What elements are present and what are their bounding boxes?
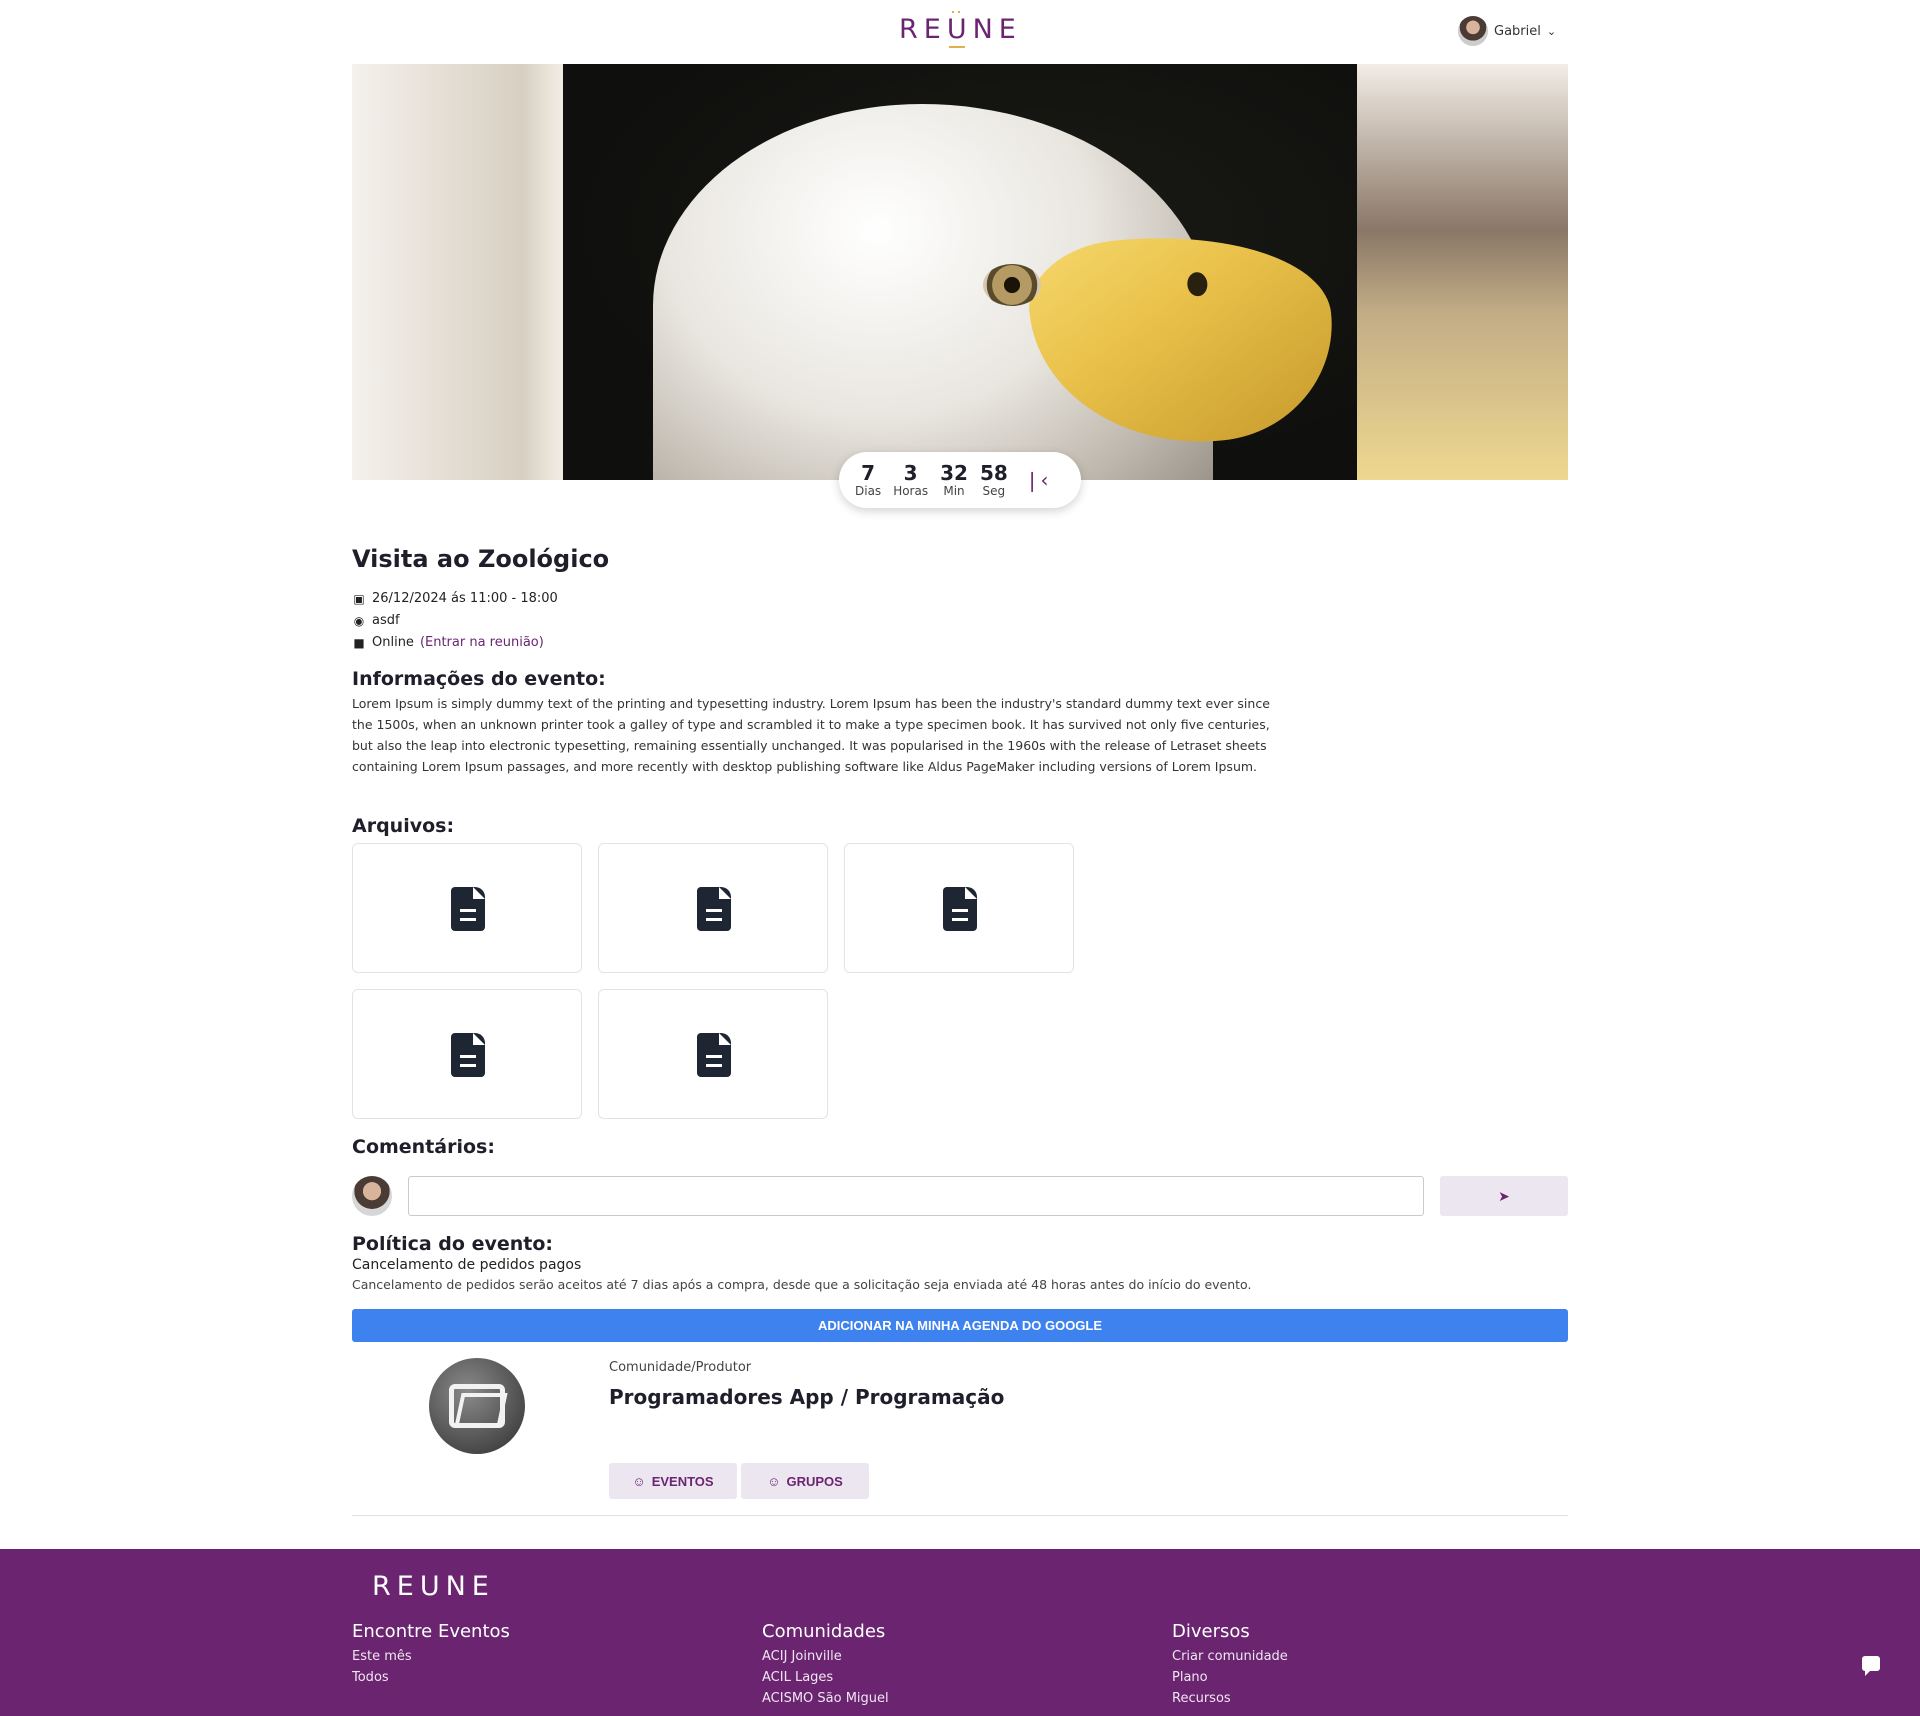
footer-column-communities: Comunidades ACIJ Joinville ACIL Lages AC… bbox=[762, 1621, 889, 1709]
footer-link[interactable]: ACIL Lages bbox=[762, 1667, 889, 1688]
event-location: asdf bbox=[372, 613, 400, 628]
countdown-days: 7 Dias bbox=[855, 462, 881, 498]
user-name: Gabriel bbox=[1494, 23, 1541, 39]
comment-input[interactable] bbox=[408, 1176, 1424, 1216]
footer-link[interactable]: ACISMO São Miguel bbox=[762, 1688, 889, 1709]
chat-icon[interactable] bbox=[1862, 1656, 1880, 1676]
user-menu[interactable]: Gabriel ⌄ bbox=[1458, 16, 1556, 46]
footer-link[interactable]: Todos bbox=[352, 1667, 510, 1688]
file-document-icon bbox=[697, 887, 731, 931]
file-document-icon bbox=[943, 887, 977, 931]
policy-heading: Política do evento: bbox=[352, 1233, 553, 1255]
countdown-value: 7 bbox=[861, 461, 876, 485]
countdown-label: Min bbox=[943, 484, 965, 498]
file-card[interactable] bbox=[352, 843, 582, 973]
footer-link[interactable]: ACIJ Joinville bbox=[762, 1646, 889, 1667]
countdown-label: Horas bbox=[893, 484, 929, 498]
countdown-value: 32 bbox=[940, 461, 968, 485]
producer-groups-button[interactable]: ☺ GRUPOS bbox=[741, 1463, 869, 1499]
files-heading: Arquivos: bbox=[352, 815, 455, 837]
policy-subtitle: Cancelamento de pedidos pagos bbox=[352, 1257, 582, 1273]
countdown-value: 58 bbox=[979, 461, 1008, 485]
producer-mark-icon bbox=[449, 1384, 505, 1428]
countdown-label: Dias bbox=[855, 484, 882, 498]
event-title: Visita ao Zoológico bbox=[352, 545, 610, 573]
file-card[interactable] bbox=[598, 989, 828, 1119]
calendar-icon: ▣ bbox=[353, 591, 365, 606]
comment-user-avatar bbox=[352, 1176, 392, 1216]
footer-link[interactable]: Recursos bbox=[1172, 1688, 1288, 1709]
send-comment-button[interactable]: ➤ bbox=[1440, 1176, 1568, 1216]
share-icon[interactable]: ❘‹ bbox=[1024, 468, 1049, 492]
producer-events-button[interactable]: ☺ EVENTOS bbox=[609, 1463, 737, 1499]
countdown-minutes: 32 Min bbox=[940, 462, 968, 498]
file-card[interactable] bbox=[598, 843, 828, 973]
users-icon: ☺ bbox=[632, 1473, 646, 1489]
producer-logo[interactable] bbox=[429, 1358, 525, 1454]
footer-link[interactable]: Criar comunidade bbox=[1172, 1646, 1288, 1667]
file-document-icon bbox=[451, 1033, 485, 1077]
footer-logo[interactable]: REUNE bbox=[372, 1571, 495, 1602]
events-button-label: EVENTOS bbox=[651, 1473, 714, 1489]
countdown-seconds: 58 Seg bbox=[980, 462, 1008, 498]
comments-heading: Comentários: bbox=[352, 1136, 495, 1158]
countdown-hours: 3 Horas bbox=[893, 462, 928, 498]
event-countdown: 7 Dias 3 Horas 32 Min 58 Seg ❘‹ bbox=[839, 452, 1081, 508]
groups-button-label: GRUPOS bbox=[786, 1473, 843, 1489]
footer-column-title: Comunidades bbox=[762, 1621, 886, 1642]
file-card[interactable] bbox=[844, 843, 1074, 973]
section-divider bbox=[352, 1515, 1568, 1516]
producer-name[interactable]: Programadores App / Programação bbox=[609, 1385, 1004, 1409]
event-banner-image bbox=[352, 64, 1568, 480]
footer-column-title: Diversos bbox=[1172, 1621, 1250, 1642]
banner-blur-right bbox=[1357, 64, 1568, 480]
footer-link[interactable]: Este mês bbox=[352, 1646, 510, 1667]
file-document-icon bbox=[451, 887, 485, 931]
send-icon: ➤ bbox=[1498, 1187, 1510, 1204]
users-icon: ☺ bbox=[767, 1473, 781, 1489]
eagle-eye bbox=[983, 264, 1041, 306]
producer-label: Comunidade/Produtor bbox=[609, 1360, 752, 1375]
file-card[interactable] bbox=[352, 989, 582, 1119]
chevron-down-icon: ⌄ bbox=[1546, 24, 1557, 38]
footer-link[interactable]: Plano bbox=[1172, 1667, 1288, 1688]
file-document-icon bbox=[697, 1033, 731, 1077]
reune-logo[interactable]: REUNE bbox=[899, 11, 1022, 48]
event-mode: Online bbox=[372, 635, 414, 650]
user-avatar bbox=[1458, 16, 1488, 46]
add-google-calendar-button[interactable]: ADICIONAR NA MINHA AGENDA DO GOOGLE bbox=[352, 1309, 1568, 1342]
info-heading: Informações do evento: bbox=[352, 668, 606, 690]
event-location-row: ◉ asdf bbox=[352, 613, 400, 628]
footer-column-title: Encontre Eventos bbox=[352, 1621, 510, 1642]
map-pin-icon: ◉ bbox=[353, 613, 365, 628]
countdown-value: 3 bbox=[903, 461, 918, 485]
eagle-photo bbox=[563, 64, 1357, 480]
countdown-label: Seg bbox=[982, 484, 1006, 498]
event-description: Lorem Ipsum is simply dummy text of the … bbox=[352, 696, 1270, 774]
event-datetime: 26/12/2024 ás 11:00 - 18:00 bbox=[372, 591, 558, 606]
top-header: REUNE Gabriel ⌄ bbox=[0, 0, 1920, 64]
event-date-row: ▣ 26/12/2024 ás 11:00 - 18:00 bbox=[352, 591, 558, 606]
footer-column-misc: Diversos Criar comunidade Plano Recursos bbox=[1172, 1621, 1288, 1709]
event-online-row: ■ Online (Entrar na reunião) bbox=[352, 635, 544, 650]
video-camera-icon: ■ bbox=[353, 635, 365, 650]
policy-text: Cancelamento de pedidos serão aceitos at… bbox=[352, 1277, 1252, 1292]
footer-column-events: Encontre Eventos Este mês Todos bbox=[352, 1621, 510, 1688]
site-footer: REUNE Encontre Eventos Este mês Todos Co… bbox=[0, 1549, 1920, 1716]
join-meeting-link[interactable]: (Entrar na reunião) bbox=[420, 635, 544, 650]
